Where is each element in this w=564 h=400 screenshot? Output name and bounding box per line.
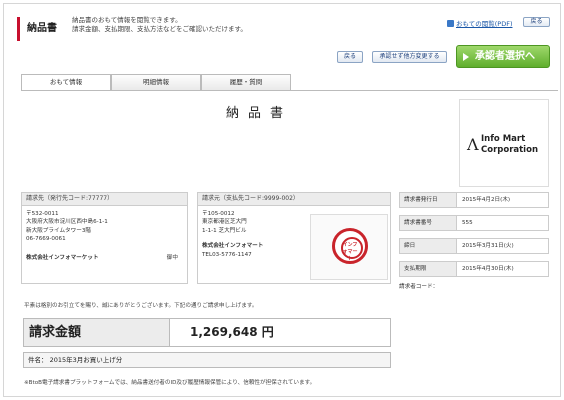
invoice-page: 納品書 納品書のおもて情報を閲覧できます。 請求金額、支払期限、支払方法などをご… bbox=[3, 3, 561, 397]
info-label: 締日 bbox=[400, 239, 457, 253]
billing-to-company: 株式会社インフォマーケット bbox=[26, 254, 99, 261]
honorific: 御中 bbox=[166, 254, 178, 261]
back-button[interactable]: 戻る bbox=[337, 51, 363, 63]
description-line: 納品書のおもて情報を閲覧できます。 bbox=[72, 16, 182, 24]
pdf-view-label: おもての閲覧(PDF) bbox=[456, 20, 513, 28]
address-line: 06-7669-0061 bbox=[26, 236, 66, 243]
tab-history[interactable]: 履歴・質問 bbox=[201, 74, 291, 90]
billing-to-header: 請求先（発行先コード:77777） bbox=[22, 193, 187, 206]
description-line: 請求金額、支払期限、支払方法などをご確認いただけます。 bbox=[72, 25, 247, 33]
tab-detail-info[interactable]: 明細情報 bbox=[111, 74, 201, 90]
info-value: 2015年4月2日(木) bbox=[462, 197, 511, 203]
company-seal: インフォマート bbox=[310, 214, 388, 280]
address-line: 〒532-0011 bbox=[26, 211, 59, 217]
info-row-invoice-number: 請求書番号 555 bbox=[399, 215, 549, 231]
requester-code-label: 請求者コード： bbox=[399, 284, 439, 290]
tab-divider bbox=[21, 90, 558, 91]
greeting-text: 平素は格別のお引立てを賜り、誠にありがとうございます。下記の通りご請求申し上げま… bbox=[24, 303, 258, 309]
arrow-right-icon bbox=[463, 53, 469, 61]
footer-note: ※BtoB電子請求書プラットフォームでは、納品書送付者のID及び履歴情報保管によ… bbox=[24, 380, 316, 386]
back-button-top[interactable]: 戻る bbox=[523, 17, 550, 27]
info-row-issue-date: 請求書発行日 2015年4月2日(木) bbox=[399, 192, 549, 208]
tab-front-info[interactable]: おもて情報 bbox=[21, 74, 111, 91]
address-line: 大阪府大阪市淀川区西中島6-1-1 bbox=[26, 219, 108, 226]
subject-value: 2015年3月お買い上げ分 bbox=[49, 356, 123, 364]
logo-mark-icon: Λ bbox=[467, 135, 479, 154]
info-value: 2015年4月30日(木) bbox=[462, 266, 514, 272]
info-value: 555 bbox=[462, 220, 473, 226]
info-row-due-date: 支払期限 2015年4月30日(木) bbox=[399, 261, 549, 277]
approve-select-label: 承認者選択へ bbox=[475, 51, 535, 62]
billing-from-header: 請求元（支払先コード:9999-002） bbox=[198, 193, 390, 206]
document-title: 納品書 bbox=[225, 106, 292, 121]
logo-line: Corporation bbox=[481, 145, 538, 155]
approve-select-button[interactable]: 承認者選択へ bbox=[456, 45, 550, 68]
company-logo: Λ Info Mart Corporation bbox=[459, 99, 549, 187]
logo-line: Info Mart bbox=[481, 134, 526, 144]
seal-stamp-icon: インフォマート bbox=[332, 228, 368, 264]
total-label: 請求金額 bbox=[24, 319, 170, 346]
unapproved-change-button[interactable]: 承認せず他方変更する bbox=[372, 51, 447, 63]
seal-text: インフォマート bbox=[342, 242, 358, 262]
page-description: 納品書のおもて情報を閲覧できます。 請求金額、支払期限、支払方法などをご確認いた… bbox=[72, 16, 372, 34]
info-label: 請求書番号 bbox=[400, 216, 457, 230]
info-value: 2015年3月31日(火) bbox=[462, 243, 514, 249]
pdf-icon bbox=[447, 19, 454, 27]
total-amount-box: 請求金額 1,269,648 円 bbox=[23, 318, 391, 347]
subject-box: 件名： 2015年3月お買い上げ分 bbox=[23, 352, 391, 368]
pdf-view-link[interactable]: おもての閲覧(PDF) bbox=[447, 18, 512, 28]
total-value: 1,269,648 円 bbox=[190, 325, 274, 339]
subject-label: 件名： bbox=[28, 356, 48, 364]
info-label: 支払期限 bbox=[400, 262, 457, 276]
billing-to-panel: 請求先（発行先コード:77777） 〒532-0011 大阪府大阪市淀川区西中島… bbox=[21, 192, 188, 284]
address-line: 新大阪プライムタワー3階 bbox=[26, 227, 91, 234]
page-title: 納品書 bbox=[17, 17, 67, 41]
info-label: 請求書発行日 bbox=[400, 193, 457, 207]
info-row-closing-date: 締日 2015年3月31日(火) bbox=[399, 238, 549, 254]
